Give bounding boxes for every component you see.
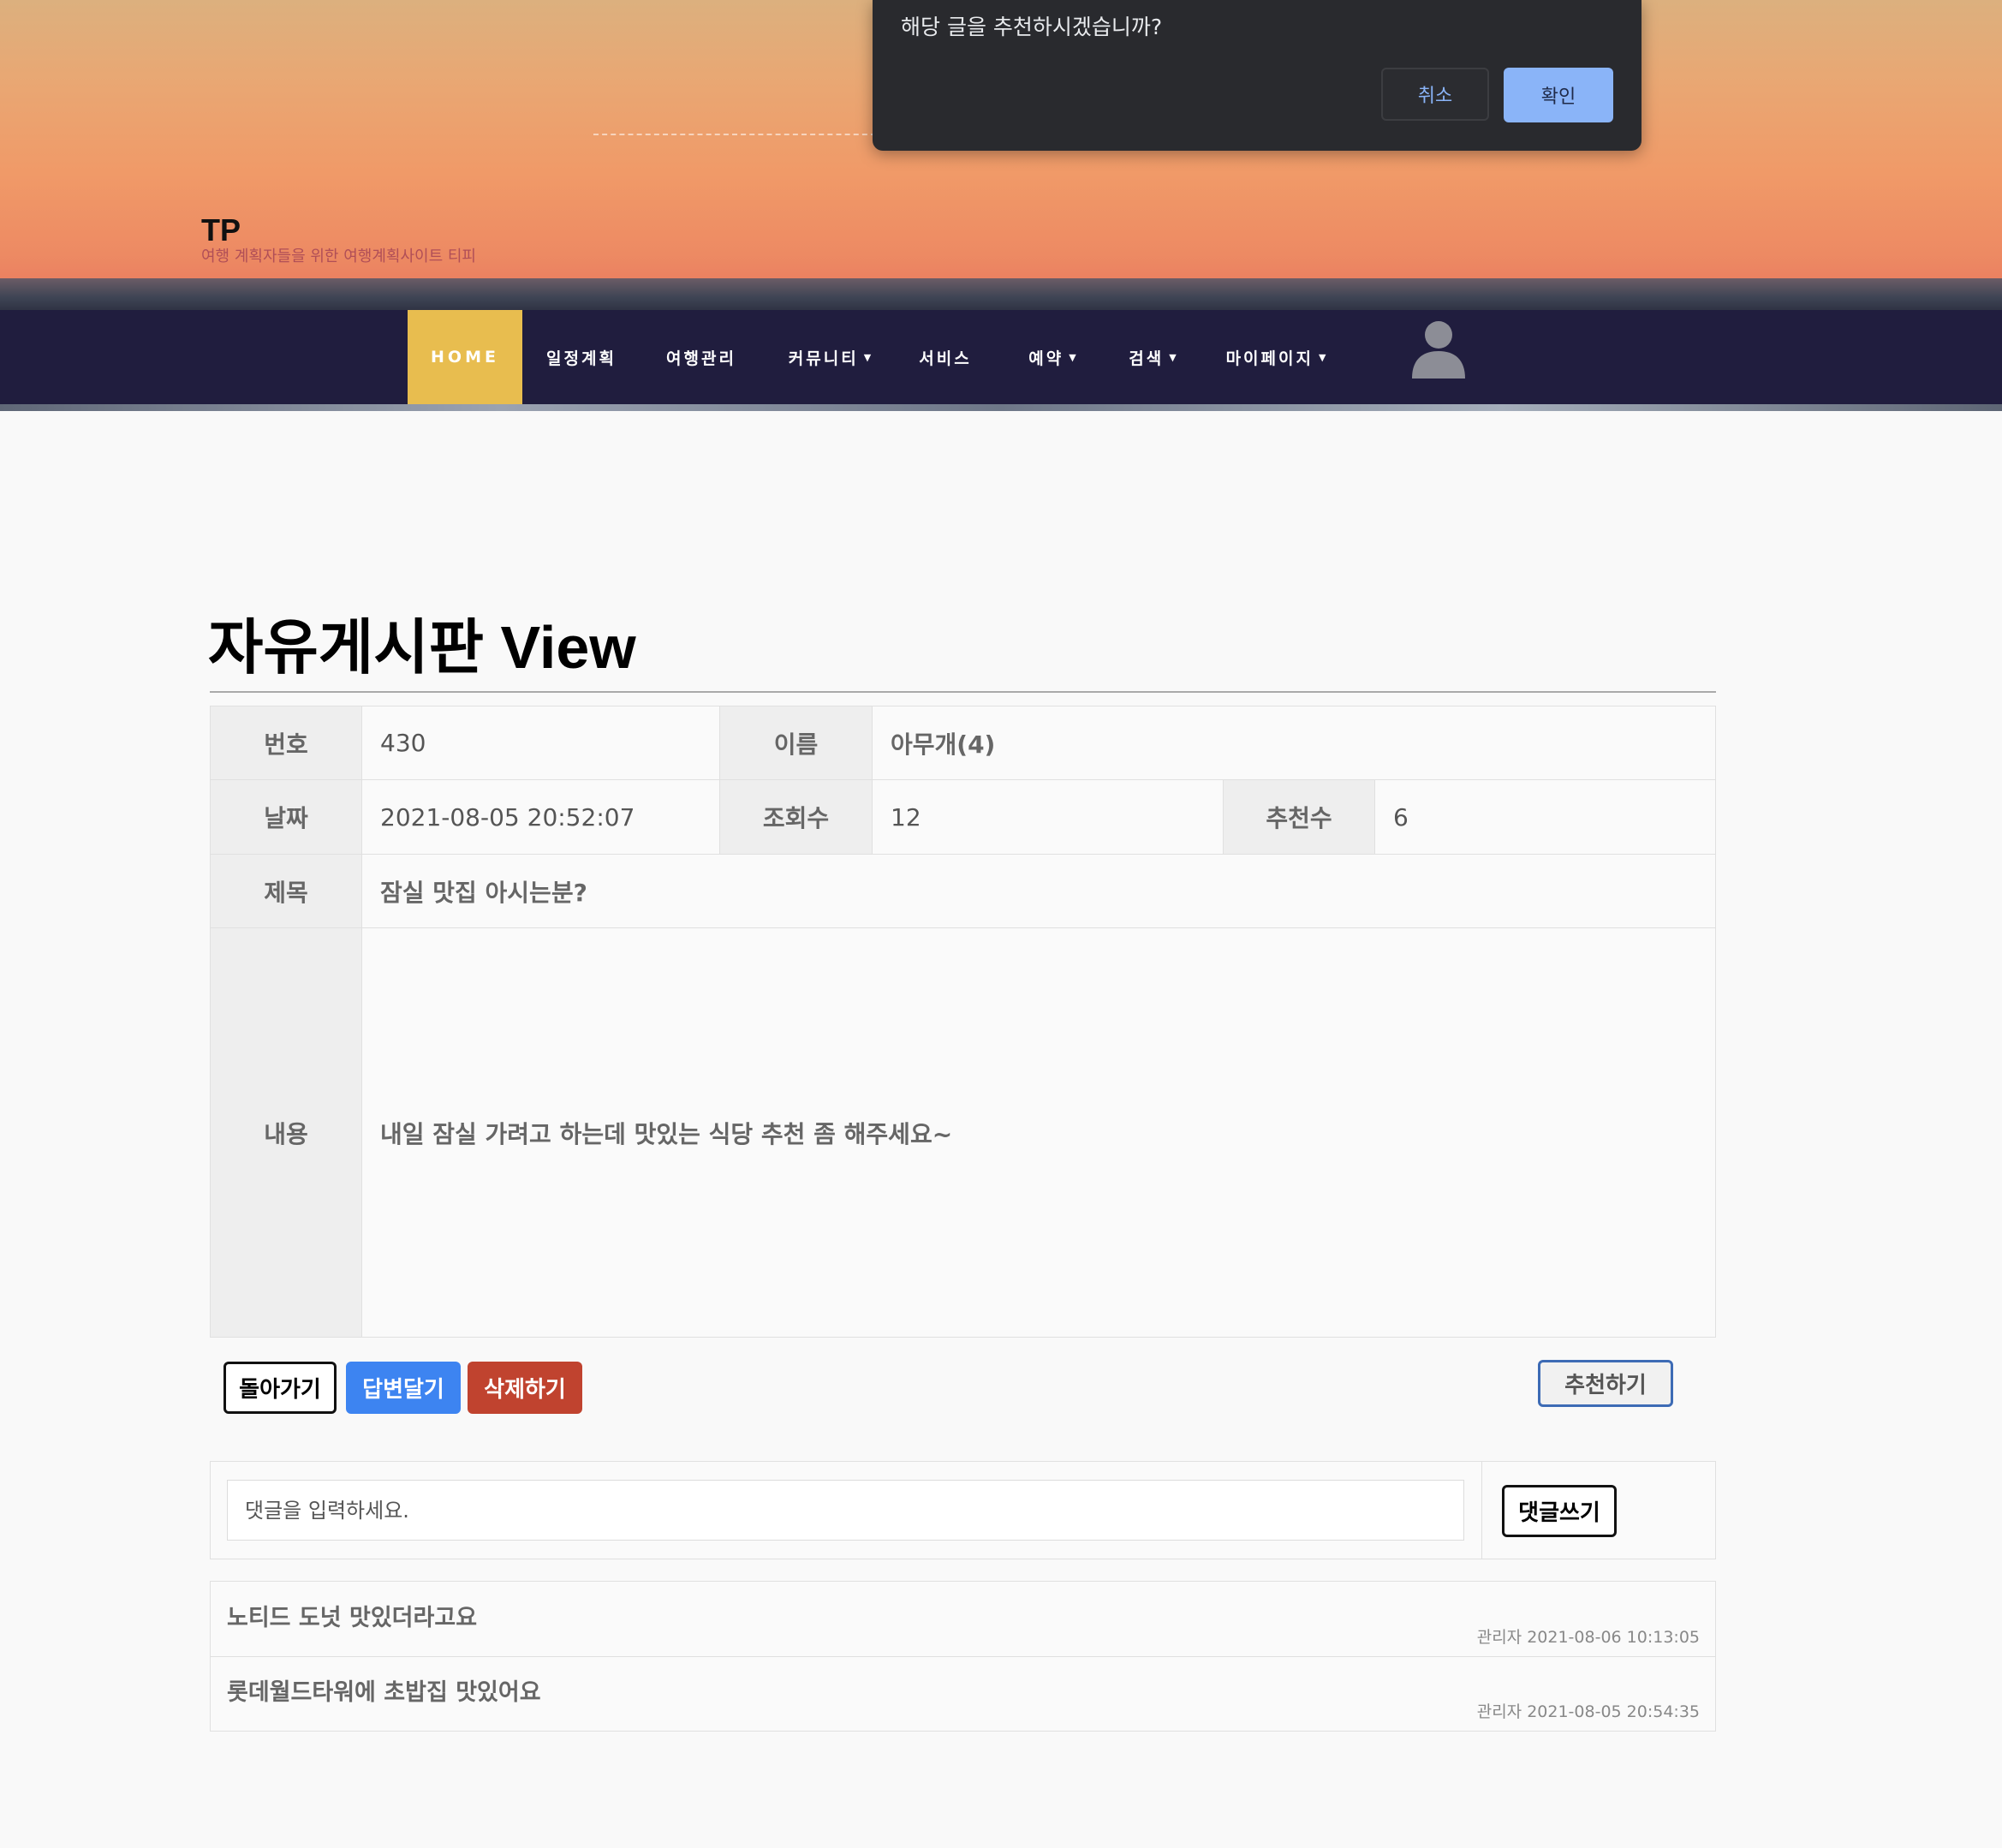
nav-item-home[interactable]: HOME — [408, 310, 522, 404]
comment-input[interactable] — [227, 1480, 1464, 1541]
page-title: 자유게시판 View — [208, 614, 636, 681]
comment-item: 롯데월드타워에 초밥집 맛있어요 관리자 2021-08-05 20:54:35 — [211, 1656, 1715, 1731]
post-content: 내일 잠실 가려고 하는데 맛있는 식당 추천 좀 해주세요~ — [362, 928, 1715, 1337]
comment-list: 노티드 도넛 맛있더라고요 관리자 2021-08-06 10:13:05 롯데… — [210, 1581, 1716, 1732]
caret-down-icon: ▼ — [1318, 351, 1326, 363]
nav-item-label: HOME — [431, 348, 499, 367]
label-number: 번호 — [211, 706, 362, 780]
nav-item-service[interactable]: 서비스 — [908, 310, 983, 404]
post-recommends: 6 — [1375, 780, 1715, 855]
comment-submit-button[interactable]: 댓글쓰기 — [1502, 1485, 1617, 1537]
header-horizon — [0, 278, 2002, 311]
label-views: 조회수 — [720, 780, 873, 855]
nav-item-mypage[interactable]: 마이페이지 ▼ — [1216, 310, 1336, 404]
comment-item: 노티드 도넛 맛있더라고요 관리자 2021-08-06 10:13:05 — [211, 1582, 1715, 1657]
nav-item-trip-manage[interactable]: 여행관리 — [655, 310, 748, 404]
label-content: 내용 — [211, 928, 362, 1337]
site-tagline: 여행 계획자들을 위한 여행계획사이트 티피 — [201, 247, 476, 265]
post-subject: 잠실 맛집 아시는분? — [362, 855, 1715, 928]
dialog-cancel-button[interactable]: 취소 — [1381, 68, 1489, 121]
comment-form: 댓글쓰기 — [210, 1461, 1716, 1559]
post-author: 아무개(4) — [873, 706, 1715, 780]
post-number: 430 — [362, 706, 720, 780]
label-date: 날짜 — [211, 780, 362, 855]
comment-form-divider — [1481, 1462, 1482, 1559]
caret-down-icon: ▼ — [1169, 351, 1177, 363]
nav-item-label: 예약 — [1028, 349, 1064, 368]
label-recommends: 추천수 — [1224, 780, 1375, 855]
post-views: 12 — [873, 780, 1224, 855]
nav-item-reservation[interactable]: 예약 ▼ — [1013, 310, 1092, 404]
nav-item-schedule[interactable]: 일정계획 — [535, 310, 628, 404]
label-subject: 제목 — [211, 855, 362, 928]
decorative-divider — [593, 134, 876, 135]
nav-item-label: 여행관리 — [666, 349, 736, 368]
dialog-ok-button[interactable]: 확인 — [1504, 68, 1613, 122]
delete-button[interactable]: 삭제하기 — [468, 1362, 582, 1414]
nav-item-label: 검색 — [1129, 349, 1165, 368]
comment-text: 노티드 도넛 맛있더라고요 — [227, 1605, 478, 1631]
comment-meta: 관리자 2021-08-06 10:13:05 — [1476, 1628, 1700, 1647]
recommend-button[interactable]: 추천하기 — [1538, 1360, 1673, 1407]
nav-item-label: 마이페이지 — [1225, 349, 1314, 368]
post-info-table: 번호 430 이름 아무개(4) 날짜 2021-08-05 20:52:07 … — [210, 706, 1716, 1338]
label-name: 이름 — [720, 706, 873, 780]
caret-down-icon: ▼ — [863, 351, 872, 363]
nav-item-label: 커뮤니티 — [788, 349, 859, 368]
user-icon[interactable] — [1409, 315, 1469, 379]
post-date: 2021-08-05 20:52:07 — [362, 780, 720, 855]
nav-item-community[interactable]: 커뮤니티 ▼ — [775, 310, 885, 404]
dialog-message: 해당 글을 추천하시겠습니까? — [901, 15, 1163, 39]
title-divider — [210, 691, 1716, 693]
comment-meta: 관리자 2021-08-05 20:54:35 — [1476, 1702, 1700, 1721]
nav-item-search[interactable]: 검색 ▼ — [1113, 310, 1192, 404]
nav-bottom-strip — [0, 404, 2002, 411]
reply-button[interactable]: 답변달기 — [346, 1362, 461, 1414]
main-nav: HOME 일정계획 여행관리 커뮤니티 ▼ 서비스 예약 ▼ 검색 ▼ 마이페이지 ▼ — [0, 310, 2002, 404]
nav-item-label: 일정계획 — [546, 349, 617, 368]
back-button[interactable]: 돌아가기 — [223, 1362, 337, 1414]
site-logo[interactable]: TP — [201, 212, 241, 248]
comment-text: 롯데월드타워에 초밥집 맛있어요 — [227, 1679, 541, 1706]
nav-item-label: 서비스 — [919, 349, 972, 368]
caret-down-icon: ▼ — [1069, 351, 1076, 363]
confirm-dialog: 해당 글을 추천하시겠습니까? 취소 확인 — [873, 0, 1642, 151]
